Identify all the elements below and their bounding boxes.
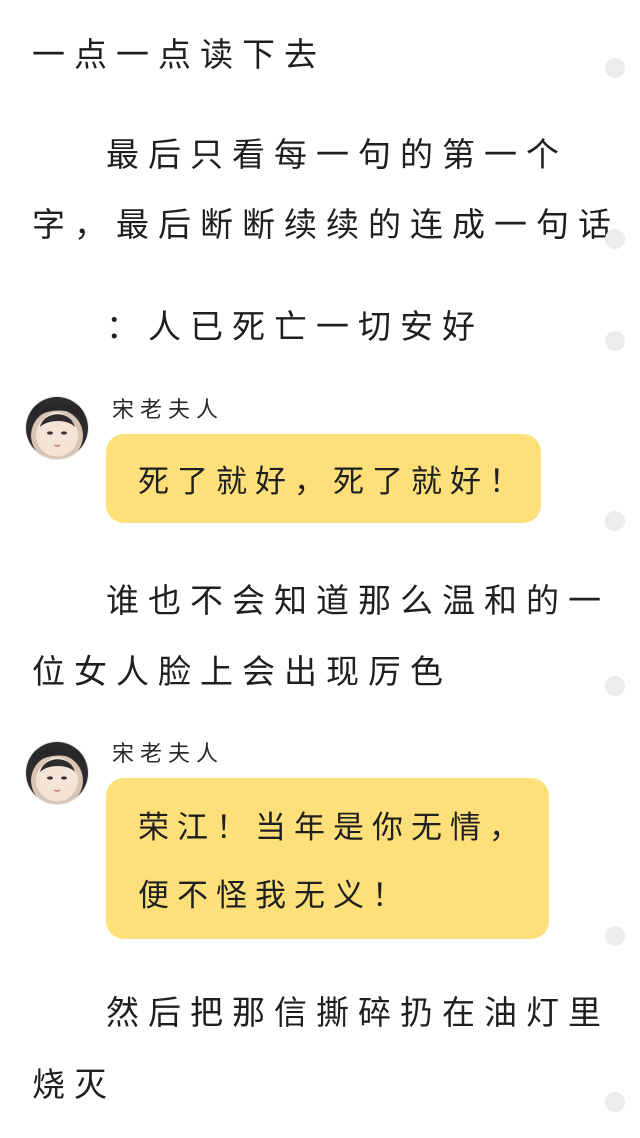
message-text: 便不怪我无义！	[138, 878, 411, 914]
speaker-name: 宋老夫人	[112, 398, 225, 423]
message-text: 荣江！当年是你无情，	[138, 810, 528, 846]
paragraph-line: 一点一点读下去	[32, 35, 326, 74]
paragraph-line: 最后只看每一句的第一个	[106, 135, 568, 174]
scroll-dot-icon	[605, 1092, 625, 1112]
scroll-dot-icon	[605, 511, 625, 531]
paragraph-line: 然后把那信撕碎扔在油灯里	[106, 993, 610, 1032]
scroll-dot-icon	[605, 331, 625, 351]
paragraph-line: 位女人脸上会出现厉色	[32, 652, 452, 691]
message-text: 死了就好，死了就好！	[138, 464, 528, 500]
message-bubble: 荣江！当年是你无情， 便不怪我无义！	[106, 778, 549, 939]
avatar-portrait-graphic	[32, 750, 84, 799]
paragraph-line: ：人已死亡一切安好	[106, 307, 484, 346]
scroll-dot-icon	[605, 58, 625, 78]
woman-portrait-avatar-icon[interactable]	[26, 397, 88, 459]
scroll-dot-icon	[605, 676, 625, 696]
woman-portrait-avatar-icon[interactable]	[26, 742, 88, 804]
speaker-name: 宋老夫人	[112, 742, 225, 767]
paragraph-line: 谁也不会知道那么温和的一	[106, 581, 610, 620]
scroll-dot-icon	[605, 229, 625, 249]
paragraph-line: 字，最后断断续续的连成一句话	[32, 205, 620, 244]
message-bubble: 死了就好，死了就好！	[106, 434, 541, 523]
scroll-dot-icon	[605, 926, 625, 946]
avatar-portrait-graphic	[32, 405, 84, 454]
paragraph-line: 烧灭	[32, 1065, 116, 1104]
